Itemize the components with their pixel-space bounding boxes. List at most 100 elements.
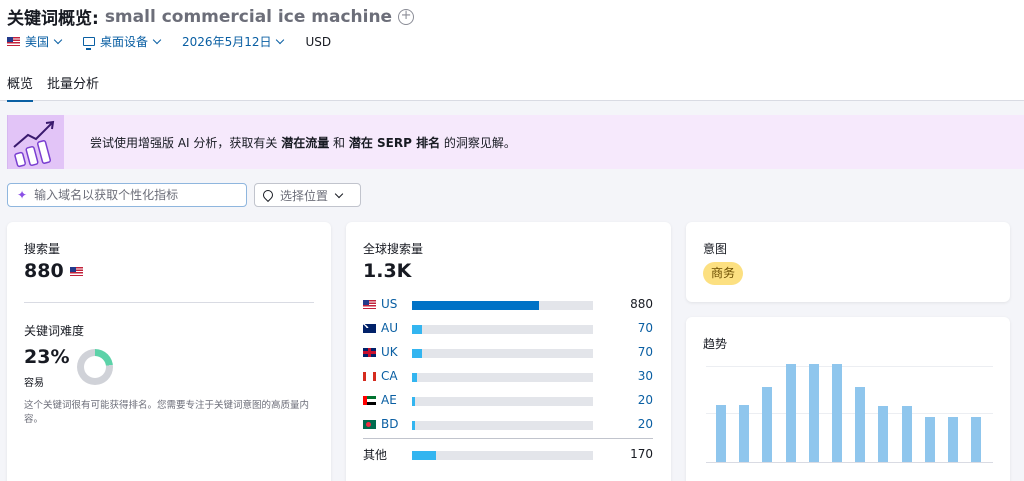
country-bar <box>412 451 593 460</box>
domain-input[interactable] <box>34 188 235 202</box>
tab-bar: 概览 批量分析 <box>7 73 113 102</box>
ca-flag-icon <box>363 371 376 381</box>
ae-flag-icon <box>363 395 376 405</box>
trend-bar <box>901 406 912 462</box>
date-filter[interactable]: 2026年5月12日 <box>182 33 285 50</box>
filter-bar: 美国 桌面设备 2026年5月12日 USD <box>7 33 353 50</box>
search-volume-value: 880 <box>24 260 64 282</box>
ai-promo-banner[interactable]: 尝试使用增强版 AI 分析，获取有关 潜在流量 和 潜在 SERP 排名 的洞察… <box>7 115 1024 169</box>
banner-text-part: 尝试使用增强版 AI 分析，获取有关 <box>90 136 282 150</box>
keyword-difficulty-label: 关键词难度 <box>24 324 85 338</box>
title-label: 关键词概览: <box>7 9 99 29</box>
country-code: UK <box>381 345 398 359</box>
trend-bar <box>739 405 750 462</box>
trend-bar <box>785 364 796 462</box>
country-code: BD <box>381 417 399 431</box>
country-value: 20 <box>637 417 653 431</box>
chevron-down-icon <box>334 189 344 198</box>
others-value: 170 <box>630 447 653 461</box>
country-row-ca[interactable]: CA 30 <box>363 368 653 384</box>
domain-input-box[interactable]: ✦ <box>7 183 247 207</box>
au-flag-icon <box>363 323 376 333</box>
country-value: 20 <box>637 393 653 407</box>
tab-bulk-analysis[interactable]: 批量分析 <box>47 73 99 102</box>
country-code: US <box>381 297 398 311</box>
intent-card: 意图 商务 <box>686 222 1010 302</box>
country-bar-fill <box>412 301 539 310</box>
location-select-label: 选择位置 <box>280 188 329 203</box>
country-value: 70 <box>637 321 653 335</box>
country-filter[interactable]: 美国 <box>7 33 63 50</box>
sparkle-icon: ✦ <box>17 188 28 202</box>
trend-baseline <box>706 462 993 463</box>
country-bar <box>412 349 593 358</box>
country-row-uk[interactable]: UK 70 <box>363 344 653 360</box>
global-volume-card: 全球搜索量 1.3K US 880 AU 70 UK 70 CA 30 AE 2… <box>346 222 671 481</box>
country-row-bd[interactable]: BD 20 <box>363 416 653 432</box>
country-bar-fill <box>412 373 417 382</box>
location-pin-icon <box>260 187 276 203</box>
trend-card: 趋势 <box>686 317 1010 481</box>
plus-circle-icon[interactable]: + <box>398 8 415 25</box>
country-value: 30 <box>637 369 653 383</box>
chevron-down-icon <box>276 35 285 45</box>
uk-flag-icon <box>363 347 376 357</box>
country-bar-fill <box>412 325 422 334</box>
page-title: 关键词概览: small commercial ice machine + <box>7 4 415 29</box>
search-volume-label: 搜索量 <box>24 242 61 256</box>
intent-label: 意图 <box>703 242 728 256</box>
page-header: 关键词概览: small commercial ice machine + 美国… <box>0 0 1024 102</box>
country-bar-fill <box>412 349 422 358</box>
country-row-ae[interactable]: AE 20 <box>363 392 653 408</box>
location-select[interactable]: 选择位置 <box>254 183 361 207</box>
monitor-icon <box>83 37 96 50</box>
banner-text-part: 和 <box>329 136 349 150</box>
country-bar-fill <box>412 397 415 406</box>
country-bar <box>412 373 593 382</box>
us-flag-icon <box>363 299 376 309</box>
trend-label: 趋势 <box>703 337 728 351</box>
us-flag-icon <box>69 266 83 276</box>
difficulty-description: 这个关键词很有可能获得排名。您需要专注于关键词意图的高质量内容。 <box>24 400 310 425</box>
country-value: 70 <box>637 345 653 359</box>
trend-bar <box>716 405 726 462</box>
others-divider <box>363 438 653 439</box>
country-row-us[interactable]: US 880 <box>363 296 653 312</box>
country-bar-fill <box>412 451 437 460</box>
trend-bar <box>924 416 935 462</box>
currency-label: USD <box>305 34 332 49</box>
device-filter-label: 桌面设备 <box>100 35 149 49</box>
country-bar <box>412 397 593 406</box>
growth-chart-illustration-icon <box>8 115 64 169</box>
country-bar-fill <box>412 421 415 430</box>
global-volume-label: 全球搜索量 <box>363 242 424 256</box>
country-code: CA <box>381 369 398 383</box>
country-code: AE <box>381 393 397 407</box>
trend-bar <box>855 386 866 462</box>
card-divider <box>24 302 314 303</box>
banner-text-part: 的洞察见解。 <box>440 136 516 150</box>
trend-bar <box>762 386 773 462</box>
chevron-down-icon <box>152 35 162 45</box>
banner-bold-serp: 潜在 SERP 排名 <box>348 136 441 150</box>
country-row-au[interactable]: AU 70 <box>363 320 653 336</box>
difficulty-level: 容易 <box>24 378 44 389</box>
trend-bar <box>948 416 958 462</box>
country-row-others: 其他 170 <box>363 446 653 462</box>
date-filter-label: 2026年5月12日 <box>182 35 272 49</box>
trend-bar <box>971 416 982 462</box>
banner-bold-traffic: 潜在流量 <box>281 136 330 150</box>
us-flag-icon <box>7 37 20 46</box>
country-bar <box>412 325 593 334</box>
tab-overview[interactable]: 概览 <box>7 73 34 102</box>
trend-bar <box>808 364 819 462</box>
intent-badge[interactable]: 商务 <box>703 262 744 285</box>
difficulty-donut-chart <box>77 349 113 385</box>
title-keyword: small commercial ice machine <box>104 6 393 27</box>
device-filter[interactable]: 桌面设备 <box>83 33 162 50</box>
country-code: AU <box>381 321 398 335</box>
search-volume-card: 搜索量 880 关键词难度 23% 容易 这个关键词很有可能获得排名。您需要专注… <box>7 222 331 481</box>
global-volume-value: 1.3K <box>363 260 412 282</box>
trend-bar <box>878 406 889 462</box>
country-filter-label: 美国 <box>25 35 50 49</box>
